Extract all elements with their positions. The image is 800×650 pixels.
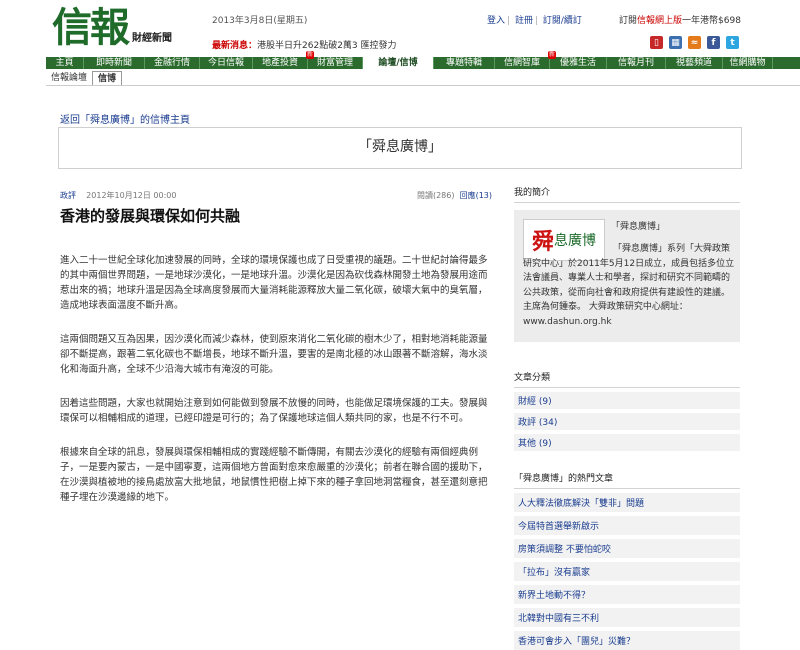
nav-item[interactable]: 今日信報	[200, 57, 253, 69]
hot-article-link[interactable]: 香港可會步入「團兒」災難？	[514, 631, 740, 650]
profile-description: 「舜息廣博」系列「大舜政策研究中心」於2011年5月12日成立，成員包括多位立法…	[523, 244, 735, 327]
back-to-blog-home-link[interactable]: 返回「舜息廣博」的信博主頁	[60, 111, 190, 126]
article-paragraph: 進入二十一世紀全球化加速發展的同時，全球的環境保護也成了日受重視的議題。二十世紀…	[60, 255, 488, 311]
hot-article-link[interactable]: 「拉布」沒有贏家	[514, 562, 740, 581]
categories-section: 文章分類 財經 (9) 政評 (34) 其他 (9)	[514, 370, 740, 451]
subscribe-link[interactable]: 訂閱/續訂	[543, 16, 582, 26]
blog-title-banner: 「舜息廣博」	[58, 127, 742, 169]
subnav-blog[interactable]: 信博	[92, 71, 123, 85]
nav-item-label: 論壇/信博	[378, 58, 418, 68]
register-link[interactable]: 註冊	[515, 16, 533, 26]
nav-item-label: 信網購物	[729, 58, 766, 68]
nav-item-label: 金融行情	[153, 58, 190, 68]
twitter-icon[interactable]: t	[726, 36, 739, 49]
nav-item-label: 信報月刊	[617, 58, 654, 68]
hot-articles-section: 「舜息廣博」的熱門文章 人大釋法徹底解決「雙非」問題 今屆特首選舉新啟示 房策須調整…	[514, 471, 740, 650]
nav-item[interactable]: 地產投資	[253, 57, 308, 69]
logo-tagline: 財經新聞	[132, 33, 172, 44]
hot-article-link[interactable]: 今屆特首選舉新啟示	[514, 516, 740, 535]
nav-item-label: 即時新聞	[95, 58, 132, 68]
rss-icon[interactable]: ≈	[688, 36, 701, 49]
nav-item[interactable]: 優雅生活新	[548, 51, 607, 69]
hot-article-link[interactable]: 新界土地動不得？	[514, 585, 740, 604]
nav-item[interactable]: 論壇/信博	[363, 57, 434, 69]
promo-product: 信報網上版	[637, 16, 683, 26]
login-link[interactable]: 登入	[487, 16, 505, 26]
nav-item[interactable]: 金融行情	[145, 57, 200, 69]
article-body: 進入二十一世紀全球化加速發展的同時，全球的環境保護也成了日受重視的議題。二十世紀…	[60, 253, 494, 524]
profile-card: 舜息廣博 「舜息廣博」 「舜息廣博」系列「大舜政策研究中心」於2011年5月12…	[514, 210, 740, 342]
nav-item-label: 今日信報	[207, 58, 244, 68]
nav-item-label: 視藝頻道	[675, 58, 712, 68]
blog-title: 「舜息廣博」	[358, 139, 442, 155]
nav-item-label: 優雅生活	[559, 58, 596, 68]
nav-item-label: 信網智庫	[503, 58, 540, 68]
nav-item[interactable]: 信網購物	[723, 57, 773, 69]
account-links: 登入 | 註冊 | 訂閱/續訂	[487, 16, 582, 26]
logo-mark: 信報	[52, 4, 130, 51]
main-nav: 主頁 即時新聞 金融行情 今日信報 地產投資 財富管理新論壇/信博 專題特輯 信網智庫 優雅生活…	[46, 51, 800, 69]
post-datetime: 2012年10月12日 00:00	[86, 191, 177, 200]
sub-nav: 信報論壇 信博	[46, 71, 800, 86]
social-icons: ▯ ▦ ≈ f t	[650, 36, 739, 49]
category-link[interactable]: 其他 (9)	[514, 434, 740, 451]
mobile-icon[interactable]: ▯	[650, 36, 663, 49]
ticker-text[interactable]: 港股半日升262點破2萬3 匯控發力	[257, 41, 397, 51]
nav-item-label: 專題特輯	[445, 58, 482, 68]
nav-item[interactable]: 財富管理新	[306, 51, 363, 69]
site-header: 信報 財經新聞 2013年3月8日(星期五) 最新消息：港股半日升262點破2萬…	[0, 0, 800, 57]
hot-article-link[interactable]: 房策須調整 不要怕蛇咬	[514, 539, 740, 558]
article-paragraph: 這兩個問題又互為因果，因沙漠化而減少森林，使到原來消化二氧化碳的樹木少了，相對地…	[60, 334, 488, 375]
hot-articles-heading: 「舜息廣博」的熱門文章	[514, 471, 740, 489]
post-title: 香港的發展與環保如何共融	[60, 207, 241, 225]
subnav-forum[interactable]: 信報論壇	[46, 71, 92, 85]
hot-article-link[interactable]: 北韓對中國有三不利	[514, 608, 740, 627]
nav-item[interactable]: 專題特輯	[434, 57, 495, 69]
promo-prefix: 訂閱	[619, 16, 638, 26]
nav-item-label: 地產投資	[261, 58, 298, 68]
post-meta: 政評 2012年10月12日 00:00 閱讀(286) 回應(13)	[60, 190, 492, 201]
nav-item[interactable]: 信網智庫	[495, 57, 550, 69]
nav-item[interactable]: 信報月刊	[607, 57, 666, 69]
nav-item[interactable]: 視藝頻道	[666, 57, 723, 69]
hot-article-link[interactable]: 人大釋法徹底解決「雙非」問題	[514, 493, 740, 512]
current-date: 2013年3月8日(星期五)	[212, 16, 308, 26]
category-link[interactable]: 政評 (34)	[514, 413, 740, 430]
reply-count-link[interactable]: 回應(13)	[460, 191, 492, 200]
facebook-icon[interactable]: f	[707, 36, 720, 49]
ticker-label: 最新消息：	[212, 41, 258, 51]
nav-item-label: 財富管理	[316, 58, 353, 68]
view-count: 閱讀(286)	[416, 191, 455, 200]
subscription-promo[interactable]: 訂閱信報網上版一年港幣$698	[619, 13, 741, 26]
site-logo[interactable]: 信報 財經新聞	[52, 8, 172, 48]
new-badge: 新	[306, 51, 315, 59]
nav-item[interactable]: 主頁	[46, 57, 84, 69]
new-badge: 新	[548, 51, 557, 59]
app-icon[interactable]: ▦	[669, 36, 682, 49]
nav-item-label: 主頁	[55, 58, 74, 68]
categories-heading: 文章分類	[514, 370, 740, 388]
article-paragraph: 根據來自全球的訊息，發展與環保相輔相成的實踐經驗不斷傳開，有關去沙漠化的經驗有兩…	[60, 447, 488, 503]
promo-price: 一年港幣$698	[682, 16, 741, 26]
profile-name: 「舜息廣博」	[611, 222, 666, 232]
nav-item[interactable]: 即時新聞	[84, 57, 145, 69]
news-ticker[interactable]: 最新消息：港股半日升262點破2萬3 匯控發力	[212, 38, 397, 51]
post-category-link[interactable]: 政評	[60, 191, 76, 200]
article-paragraph: 因着這些問題，大家也就開始注意到如何能做到發展不放慢的同時，也能做足環境保護的工…	[60, 398, 488, 424]
sidebar: 我的簡介 舜息廣博 「舜息廣博」 「舜息廣博」系列「大舜政策研究中心」於2011…	[514, 185, 740, 650]
category-link[interactable]: 財經 (9)	[514, 392, 740, 409]
profile-heading: 我的簡介	[514, 185, 740, 203]
